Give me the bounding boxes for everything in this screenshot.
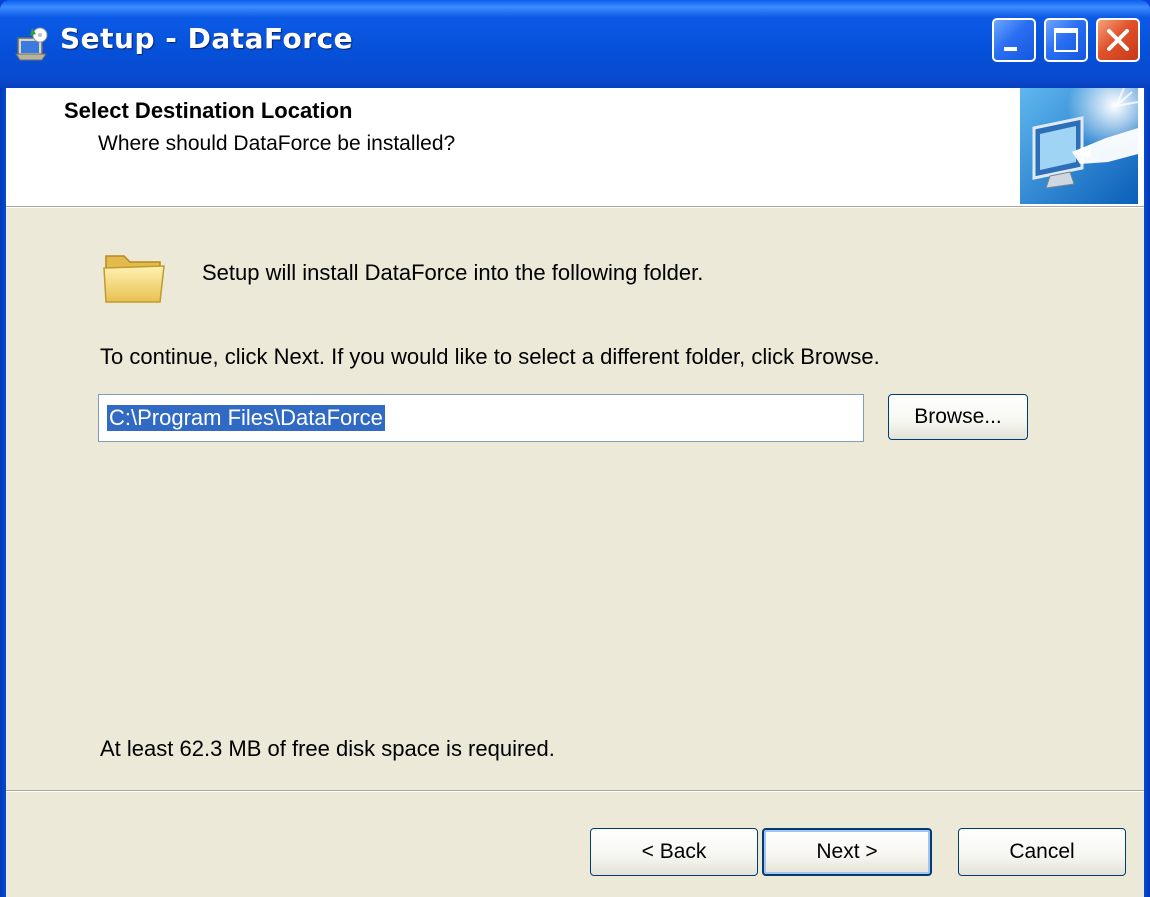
window-title: Setup - DataForce	[60, 22, 354, 55]
back-button[interactable]: < Back	[590, 828, 758, 876]
close-icon	[1107, 29, 1129, 51]
page-title: Select Destination Location	[64, 98, 353, 123]
page-subtitle: Where should DataForce be installed?	[98, 132, 456, 155]
window-border-right	[1144, 88, 1150, 897]
intro-text: Setup will install DataForce into the fo…	[202, 260, 704, 285]
minimize-icon	[1004, 47, 1017, 51]
cancel-button[interactable]: Cancel	[958, 828, 1126, 876]
disk-space-text: At least 62.3 MB of free disk space is r…	[100, 736, 555, 761]
title-bar[interactable]: Setup - DataForce	[0, 0, 1150, 88]
minimize-button[interactable]	[992, 18, 1036, 62]
footer-divider	[6, 790, 1144, 792]
setup-window: Setup - DataForce Select Destination Loc…	[0, 0, 1150, 897]
header-divider	[6, 206, 1144, 208]
next-button-label: Next >	[816, 840, 878, 863]
destination-path-input[interactable]: C:\Program Files\DataForce	[98, 394, 864, 442]
next-button[interactable]: Next >	[762, 828, 932, 876]
browse-button-label: Browse...	[914, 405, 1002, 428]
dialog-client-area: Select Destination Location Where should…	[6, 88, 1144, 897]
computer-install-icon	[1020, 88, 1138, 204]
browse-button[interactable]: Browse...	[888, 394, 1028, 440]
wizard-header: Select Destination Location Where should…	[6, 88, 1144, 206]
cancel-button-label: Cancel	[1009, 840, 1075, 863]
folder-icon	[103, 255, 165, 303]
maximize-button[interactable]	[1044, 18, 1088, 62]
maximize-icon	[1054, 28, 1078, 52]
close-button[interactable]	[1096, 18, 1140, 62]
instruction-text: To continue, click Next. If you would li…	[100, 344, 880, 369]
back-button-label: < Back	[641, 840, 707, 863]
destination-path-value[interactable]: C:\Program Files\DataForce	[107, 405, 385, 431]
setup-icon	[15, 27, 48, 61]
